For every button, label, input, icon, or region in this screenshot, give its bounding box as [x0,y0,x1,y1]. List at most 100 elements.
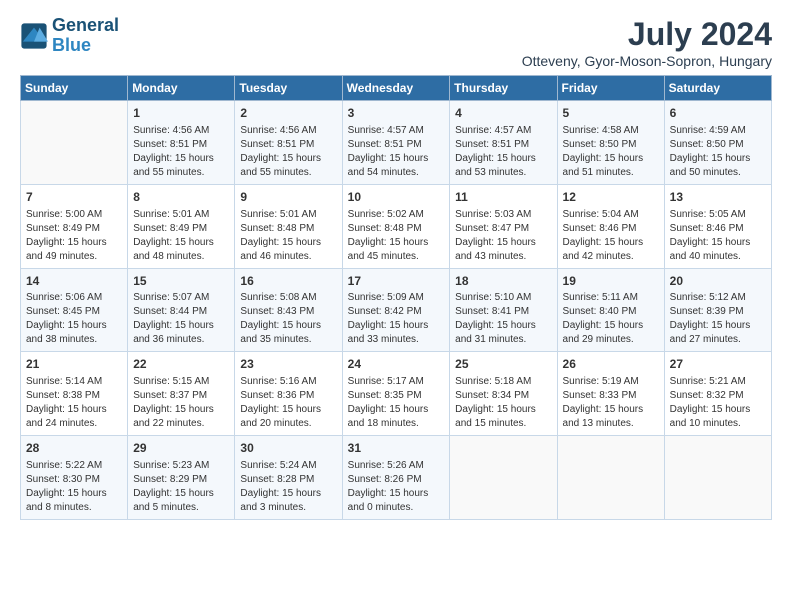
cell-content: Sunrise: 5:24 AM Sunset: 8:28 PM Dayligh… [240,459,336,515]
calendar-cell: 15Sunrise: 5:07 AM Sunset: 8:44 PM Dayli… [128,268,235,352]
cell-content: Sunrise: 5:01 AM Sunset: 8:48 PM Dayligh… [240,208,336,264]
calendar-cell: 24 Sunrise: 5:17 AM Sunset: 8:35 PM Dayli… [342,352,450,436]
cell-content: Sunrise: 5:26 AM Sunset: 8:26 PM Dayligh… [348,459,445,515]
col-sunday: Sunday [21,76,128,101]
calendar-cell: 17Sunrise: 5:09 AM Sunset: 8:42 PM Dayli… [342,268,450,352]
calendar-cell: 25 Sunrise: 5:18 AM Sunset: 8:34 PM Dayli… [450,352,557,436]
logo-line1: General [52,16,119,36]
day-number: 17 [348,273,445,290]
cell-content: Sunrise: 5:23 AM Sunset: 8:29 PM Dayligh… [133,459,229,515]
cell-content: Sunrise: 5:07 AM Sunset: 8:44 PM Dayligh… [133,291,229,347]
day-number: 21 [26,356,122,373]
day-number: 18 [455,273,551,290]
calendar-cell [450,436,557,520]
day-number: 22 [133,356,229,373]
day-number: 26 [563,356,659,373]
cell-content: Sunrise: 5:00 AM Sunset: 8:49 PM Dayligh… [26,208,122,264]
day-number: 11 [455,189,551,206]
logo-line2: Blue [52,36,119,56]
day-number: 5 [563,105,659,122]
cell-content: Sunrise: 5:15 AM Sunset: 8:37 PM Dayligh… [133,375,229,431]
day-number: 3 [348,105,445,122]
cell-content: Sunrise: 4:56 AM Sunset: 8:51 PM Dayligh… [133,124,229,180]
calendar-header: Sunday Monday Tuesday Wednesday Thursday… [21,76,772,101]
calendar-cell: 16Sunrise: 5:08 AM Sunset: 8:43 PM Dayli… [235,268,342,352]
day-number: 9 [240,189,336,206]
calendar-body: 1Sunrise: 4:56 AM Sunset: 8:51 PM Daylig… [21,101,772,520]
cell-content: Sunrise: 5:06 AM Sunset: 8:45 PM Dayligh… [26,291,122,347]
calendar-cell [21,101,128,185]
cell-content: Sunrise: 5:08 AM Sunset: 8:43 PM Dayligh… [240,291,336,347]
cell-content: Sunrise: 5:19 AM Sunset: 8:33 PM Dayligh… [563,375,659,431]
cell-content: Sunrise: 5:21 AM Sunset: 8:32 PM Dayligh… [670,375,766,431]
cell-content: Sunrise: 4:58 AM Sunset: 8:50 PM Dayligh… [563,124,659,180]
cell-content: Sunrise: 4:57 AM Sunset: 8:51 PM Dayligh… [455,124,551,180]
calendar-cell: 27Sunrise: 5:21 AM Sunset: 8:32 PM Dayli… [664,352,771,436]
calendar-cell: 30 Sunrise: 5:24 AM Sunset: 8:28 PM Dayli… [235,436,342,520]
month-year-title: July 2024 [522,16,772,53]
day-number: 16 [240,273,336,290]
calendar-cell [664,436,771,520]
calendar-cell: 14Sunrise: 5:06 AM Sunset: 8:45 PM Dayli… [21,268,128,352]
calendar-cell: 7Sunrise: 5:00 AM Sunset: 8:49 PM Daylig… [21,184,128,268]
day-number: 4 [455,105,551,122]
cell-content: Sunrise: 5:10 AM Sunset: 8:41 PM Dayligh… [455,291,551,347]
day-number: 13 [670,189,766,206]
cell-content: Sunrise: 5:12 AM Sunset: 8:39 PM Dayligh… [670,291,766,347]
col-thursday: Thursday [450,76,557,101]
cell-content: Sunrise: 5:02 AM Sunset: 8:48 PM Dayligh… [348,208,445,264]
day-number: 25 [455,356,551,373]
day-number: 31 [348,440,445,457]
page-container: General Blue July 2024 Otteveny, Gyor-Mo… [0,0,792,530]
col-monday: Monday [128,76,235,101]
header-row: Sunday Monday Tuesday Wednesday Thursday… [21,76,772,101]
day-number: 29 [133,440,229,457]
day-number: 15 [133,273,229,290]
col-friday: Friday [557,76,664,101]
calendar-cell: 9 Sunrise: 5:01 AM Sunset: 8:48 PM Daylig… [235,184,342,268]
cell-content: Sunrise: 5:03 AM Sunset: 8:47 PM Dayligh… [455,208,551,264]
calendar-cell: 13 Sunrise: 5:05 AM Sunset: 8:46 PM Dayli… [664,184,771,268]
cell-content: Sunrise: 5:17 AM Sunset: 8:35 PM Dayligh… [348,375,445,431]
calendar-cell: 1Sunrise: 4:56 AM Sunset: 8:51 PM Daylig… [128,101,235,185]
calendar-cell: 11 Sunrise: 5:03 AM Sunset: 8:47 PM Dayli… [450,184,557,268]
calendar-table: Sunday Monday Tuesday Wednesday Thursday… [20,75,772,520]
week-row-4: 21Sunrise: 5:14 AM Sunset: 8:38 PM Dayli… [21,352,772,436]
calendar-cell: 31 Sunrise: 5:26 AM Sunset: 8:26 PM Dayli… [342,436,450,520]
location-subtitle: Otteveny, Gyor-Moson-Sopron, Hungary [522,53,772,69]
col-wednesday: Wednesday [342,76,450,101]
page-header: General Blue July 2024 Otteveny, Gyor-Mo… [20,16,772,69]
cell-content: Sunrise: 5:05 AM Sunset: 8:46 PM Dayligh… [670,208,766,264]
calendar-cell: 26 Sunrise: 5:19 AM Sunset: 8:33 PM Dayli… [557,352,664,436]
cell-content: Sunrise: 5:09 AM Sunset: 8:42 PM Dayligh… [348,291,445,347]
calendar-cell: 3 Sunrise: 4:57 AM Sunset: 8:51 PM Daylig… [342,101,450,185]
day-number: 30 [240,440,336,457]
cell-content: Sunrise: 5:04 AM Sunset: 8:46 PM Dayligh… [563,208,659,264]
calendar-cell [557,436,664,520]
calendar-cell: 5 Sunrise: 4:58 AM Sunset: 8:50 PM Daylig… [557,101,664,185]
day-number: 20 [670,273,766,290]
cell-content: Sunrise: 5:16 AM Sunset: 8:36 PM Dayligh… [240,375,336,431]
calendar-cell: 20Sunrise: 5:12 AM Sunset: 8:39 PM Dayli… [664,268,771,352]
day-number: 19 [563,273,659,290]
calendar-cell: 10 Sunrise: 5:02 AM Sunset: 8:48 PM Dayli… [342,184,450,268]
title-block: July 2024 Otteveny, Gyor-Moson-Sopron, H… [522,16,772,69]
day-number: 10 [348,189,445,206]
cell-content: Sunrise: 5:18 AM Sunset: 8:34 PM Dayligh… [455,375,551,431]
cell-content: Sunrise: 4:57 AM Sunset: 8:51 PM Dayligh… [348,124,445,180]
day-number: 14 [26,273,122,290]
calendar-cell: 2Sunrise: 4:56 AM Sunset: 8:51 PM Daylig… [235,101,342,185]
col-saturday: Saturday [664,76,771,101]
logo: General Blue [20,16,119,56]
cell-content: Sunrise: 5:22 AM Sunset: 8:30 PM Dayligh… [26,459,122,515]
calendar-cell: 18Sunrise: 5:10 AM Sunset: 8:41 PM Dayli… [450,268,557,352]
calendar-cell: 8Sunrise: 5:01 AM Sunset: 8:49 PM Daylig… [128,184,235,268]
cell-content: Sunrise: 4:56 AM Sunset: 8:51 PM Dayligh… [240,124,336,180]
calendar-cell: 23Sunrise: 5:16 AM Sunset: 8:36 PM Dayli… [235,352,342,436]
day-number: 24 [348,356,445,373]
calendar-cell: 21Sunrise: 5:14 AM Sunset: 8:38 PM Dayli… [21,352,128,436]
calendar-cell: 4 Sunrise: 4:57 AM Sunset: 8:51 PM Daylig… [450,101,557,185]
col-tuesday: Tuesday [235,76,342,101]
cell-content: Sunrise: 5:11 AM Sunset: 8:40 PM Dayligh… [563,291,659,347]
logo-icon [20,22,48,50]
